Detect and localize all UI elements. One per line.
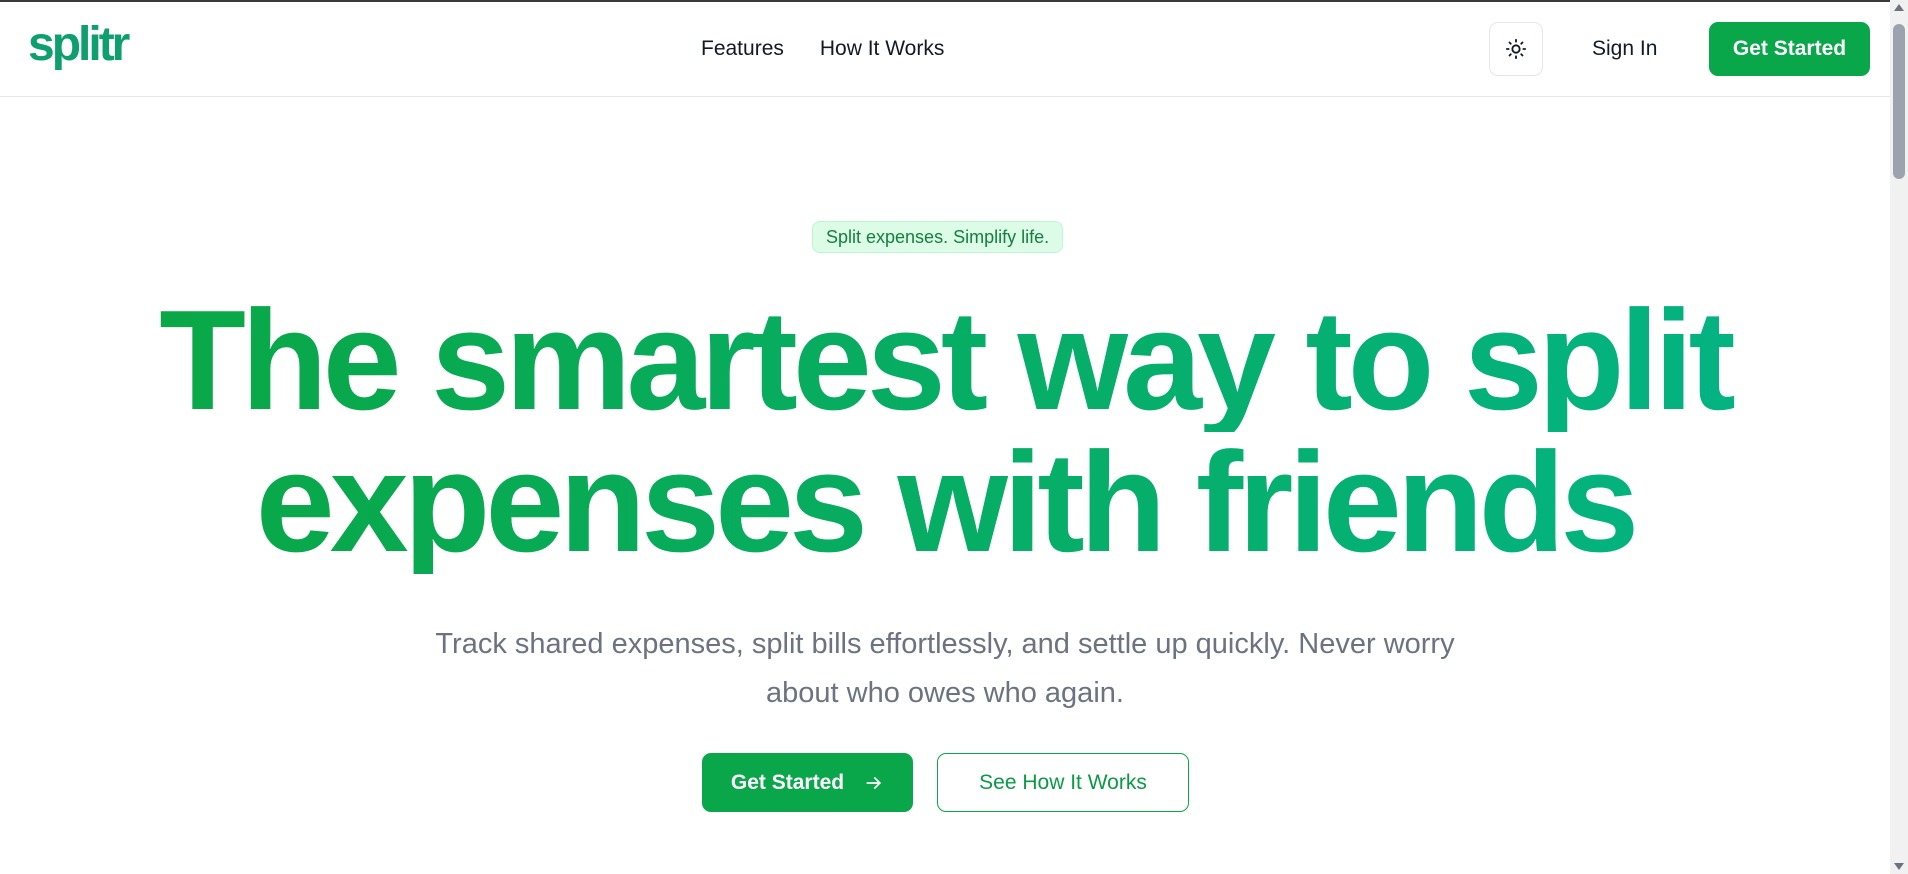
arrow-right-icon	[866, 776, 881, 789]
scroll-up-arrow-icon[interactable]	[1894, 4, 1904, 11]
logo-icon: splitr	[28, 18, 133, 71]
see-how-it-works-button[interactable]: See How It Works	[937, 753, 1189, 812]
hero-subtitle: Track shared expenses, split bills effor…	[435, 628, 1455, 709]
page-scrollbar[interactable]	[1890, 0, 1908, 874]
nav-link-features[interactable]: Features	[701, 34, 784, 64]
sun-icon	[1505, 38, 1527, 60]
hero-headline-line-2: expenses with friends	[0, 432, 1890, 574]
splitr-logo[interactable]: splitr	[28, 18, 168, 80]
header-get-started-button[interactable]: Get Started	[1709, 22, 1870, 76]
scroll-down-arrow-icon[interactable]	[1894, 863, 1904, 870]
navbar: splitr Features How It Works Sign In Get…	[0, 2, 1890, 97]
logo-wordmark: splitr	[28, 18, 130, 71]
main-nav: Features How It Works	[701, 34, 944, 64]
hero-get-started-button[interactable]: Get Started	[702, 753, 913, 812]
nav-link-how-it-works[interactable]: How It Works	[820, 34, 944, 64]
hero-headline: The smartest way to split expenses with …	[0, 290, 1890, 574]
hero-headline-line-1: The smartest way to split	[0, 290, 1890, 432]
hero-badge: Split expenses. Simplify life.	[812, 221, 1064, 253]
theme-toggle-button[interactable]	[1489, 22, 1543, 76]
sign-in-link[interactable]: Sign In	[1592, 34, 1657, 64]
hero-get-started-label: Get Started	[730, 770, 845, 794]
scrollbar-thumb[interactable]	[1893, 24, 1905, 179]
